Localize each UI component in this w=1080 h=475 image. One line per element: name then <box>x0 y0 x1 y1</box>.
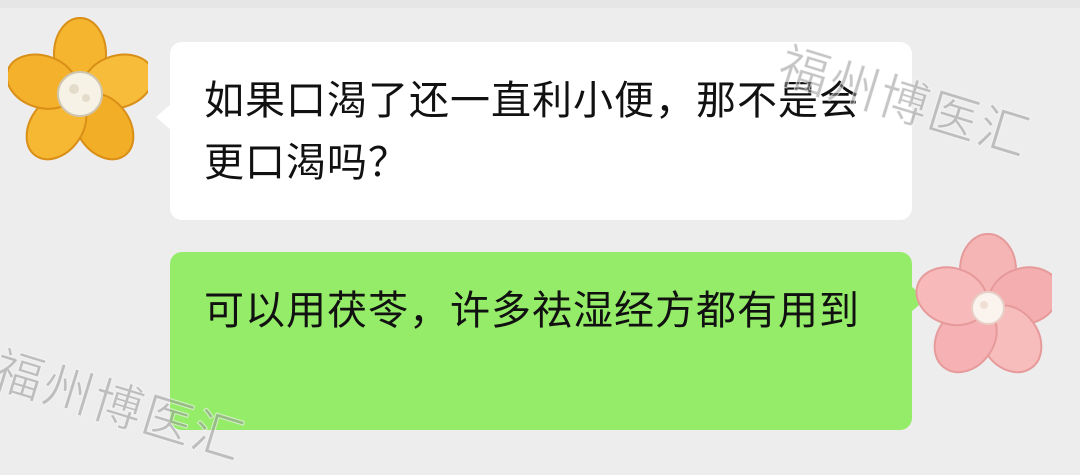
flower-icon <box>8 17 148 161</box>
pink-flower-avatar[interactable] <box>912 228 1052 378</box>
flower-icon <box>915 233 1052 374</box>
incoming-message-text: 如果口渴了还一直利小便，那不是会更口渴吗？ <box>204 78 860 186</box>
incoming-message-bubble[interactable]: 如果口渴了还一直利小便，那不是会更口渴吗？ <box>156 42 912 220</box>
outgoing-message-bubble[interactable]: 可以用茯苓，许多祛湿经方都有用到 <box>170 252 926 430</box>
yellow-flower-avatar[interactable] <box>8 14 148 164</box>
top-divider <box>0 0 1080 8</box>
outgoing-message-text: 可以用茯苓，许多祛湿经方都有用到 <box>204 288 860 334</box>
